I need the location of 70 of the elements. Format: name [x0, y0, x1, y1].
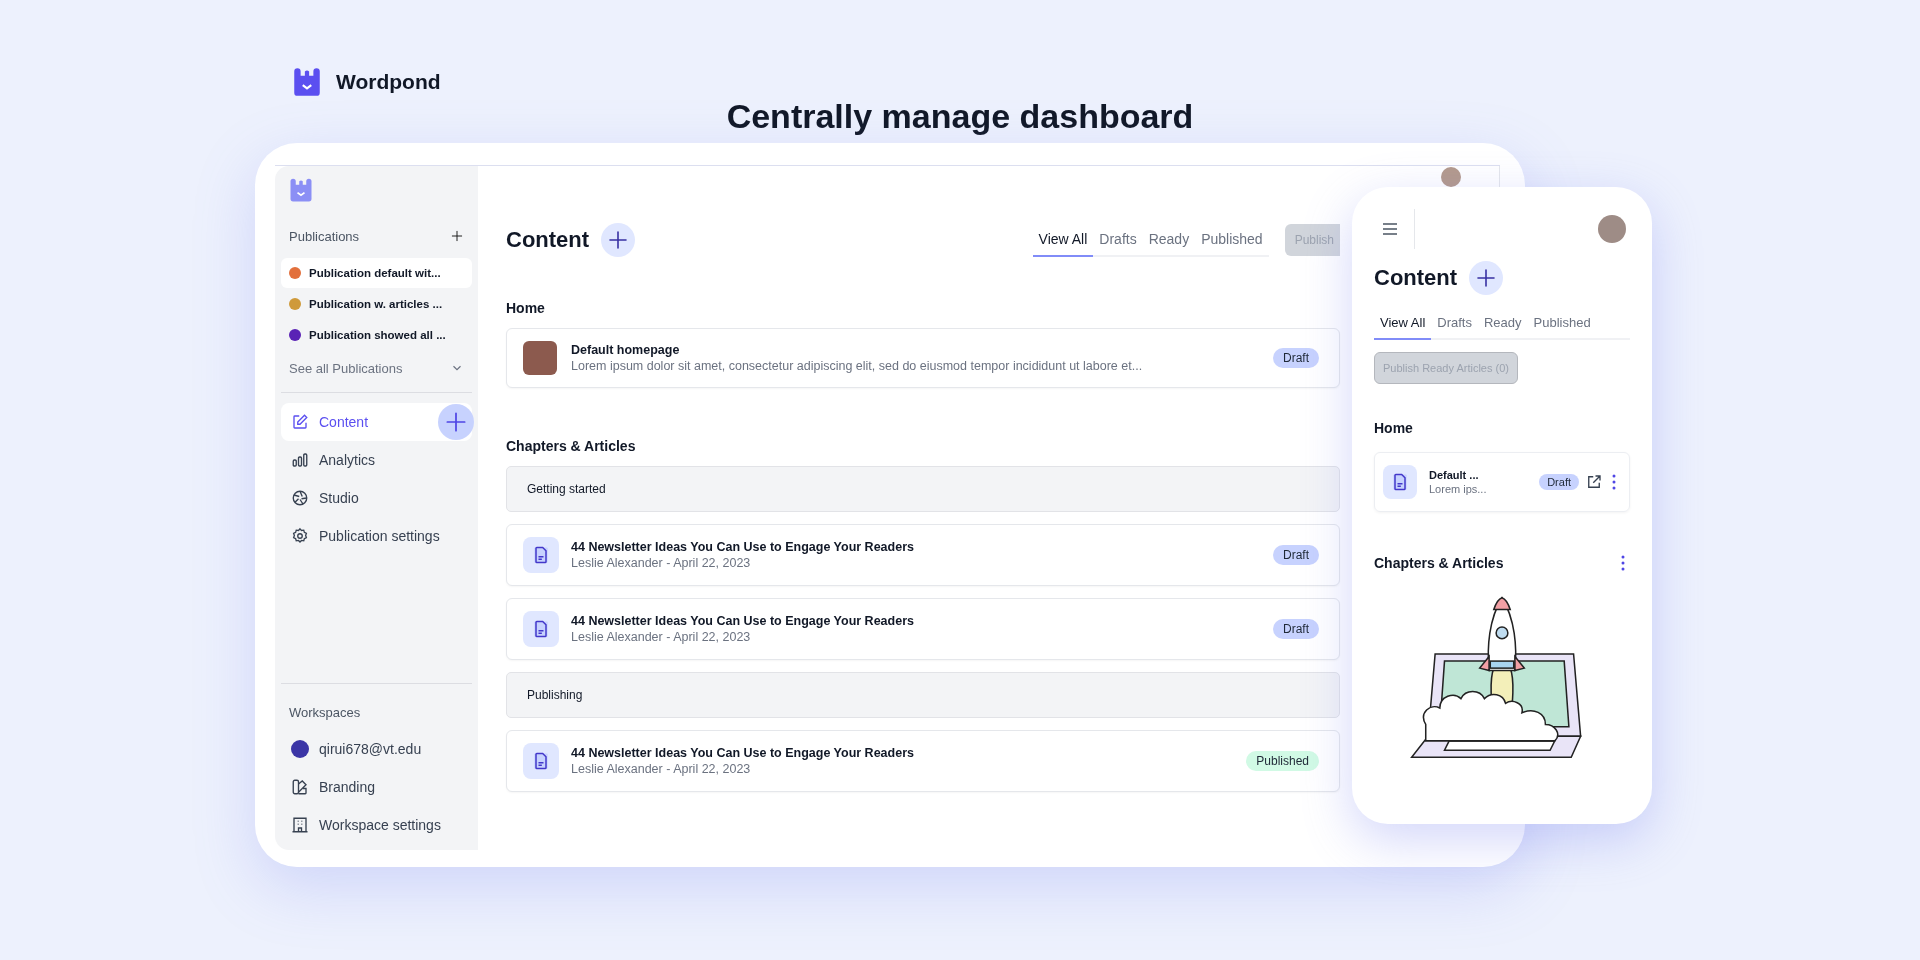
section-label: Workspaces	[288, 703, 362, 722]
article-meta: Leslie Alexander - April 22, 2023	[571, 556, 752, 570]
status-badge: Draft	[1273, 348, 1319, 368]
section-label: Publications	[289, 228, 360, 244]
document-icon	[523, 743, 559, 779]
photo-placeholder	[523, 341, 557, 375]
article-card[interactable]: 44 Newsletter Ideas You Can Use to Engage Your Readers Leslie Alexander - April 22, 2023 Published	[506, 730, 1340, 792]
brand-name: Wordpond	[336, 70, 441, 94]
item-excerpt: Lorem ips...	[1429, 483, 1488, 495]
status-badge: Published	[1246, 751, 1319, 771]
headline: Centrally manage dashboard	[725, 96, 1195, 137]
swatch-icon	[291, 778, 309, 796]
article-title: 44 Newsletter Ideas You Can Use to Engage Your Readers	[571, 540, 915, 554]
publication-item[interactable]: Publication default wit...	[281, 258, 472, 288]
section-label: Chapters & Articles	[1374, 555, 1504, 571]
document-icon	[1383, 465, 1417, 499]
nav-item[interactable]: Publication settings	[281, 517, 472, 555]
avatar[interactable]	[1441, 167, 1461, 187]
add-icon[interactable]	[450, 229, 464, 243]
article-card[interactable]: 44 Newsletter Ideas You Can Use to Engage Your Readers Leslie Alexander - April 22, 2023 Draft	[506, 524, 1340, 586]
chapter-header[interactable]: Publishing	[506, 672, 1340, 718]
settings-icon	[291, 527, 309, 545]
menu-icon[interactable]	[1382, 221, 1398, 237]
article-meta: Leslie Alexander - April 22, 2023	[571, 630, 752, 644]
page-title: Content	[1374, 265, 1458, 291]
article-title: 44 Newsletter Ideas You Can Use to Engage Your Readers	[571, 614, 915, 628]
filter-tab[interactable]: View All	[1032, 223, 1094, 257]
article-title: 44 Newsletter Ideas You Can Use to Engage Your Readers	[571, 746, 915, 760]
see-all-link[interactable]: See all Publications	[281, 354, 472, 382]
publication-item[interactable]: Publication w. articles ...	[281, 289, 472, 319]
status-badge: Draft	[1273, 545, 1319, 565]
building-icon	[291, 816, 309, 834]
filter-tab[interactable]: Ready	[1142, 223, 1196, 257]
chapter-header[interactable]: Getting started	[506, 466, 1340, 512]
add-button[interactable]	[1469, 261, 1504, 295]
external-link-icon[interactable]	[1585, 473, 1603, 491]
filter-tab[interactable]: View All	[1374, 307, 1432, 340]
document-icon	[523, 537, 559, 573]
section-label: Home	[1374, 420, 1414, 436]
add-button[interactable]	[438, 404, 474, 440]
homepage-card[interactable]: Default homepage Lorem ipsum dolor sit amet, consectetur adipiscing elit, sed do eiusmod tempor incididunt ut labore et... Draft	[506, 328, 1340, 388]
edit-icon	[291, 413, 309, 431]
bar-chart-icon	[291, 451, 309, 469]
item-title: Default ...	[1429, 469, 1480, 481]
workspace-item[interactable]: qirui678@vt.edu	[281, 730, 472, 768]
add-button[interactable]	[601, 223, 636, 257]
filter-tab[interactable]: Ready	[1477, 307, 1528, 340]
nav-item[interactable]: Content	[281, 403, 472, 441]
filter-tab[interactable]: Published	[1527, 307, 1597, 340]
avatar[interactable]	[1598, 215, 1626, 243]
nav-item[interactable]: Branding	[281, 768, 472, 806]
filter-tab[interactable]: Drafts	[1093, 223, 1143, 257]
nav-item[interactable]: Workspace settings	[281, 806, 472, 844]
status-badge: Draft	[1539, 474, 1579, 490]
filter-tab[interactable]: Published	[1195, 223, 1269, 257]
publication-item[interactable]: Publication showed all ...	[281, 320, 472, 350]
section-label: Home	[506, 300, 546, 316]
article-card[interactable]: 44 Newsletter Ideas You Can Use to Engage Your Readers Leslie Alexander - April 22, 2023 Draft	[506, 598, 1340, 660]
section-label: Chapters & Articles	[506, 438, 637, 454]
nav-item[interactable]: Studio	[281, 479, 472, 517]
filter-tab[interactable]: Drafts	[1431, 307, 1478, 340]
homepage-card[interactable]: Default ... Lorem ips... Draft	[1374, 452, 1630, 512]
status-badge: Draft	[1273, 619, 1319, 639]
page-title: Content	[506, 227, 590, 253]
item-excerpt: Lorem ipsum dolor sit amet, consectetur adipiscing elit, sed do eiusmod tempor incididunt ut labore et...	[571, 359, 1144, 373]
nav-item[interactable]: Analytics	[281, 441, 472, 479]
aperture-icon	[291, 489, 309, 507]
document-icon	[523, 611, 559, 647]
item-title: Default homepage	[571, 343, 681, 357]
article-meta: Leslie Alexander - April 22, 2023	[571, 762, 752, 776]
